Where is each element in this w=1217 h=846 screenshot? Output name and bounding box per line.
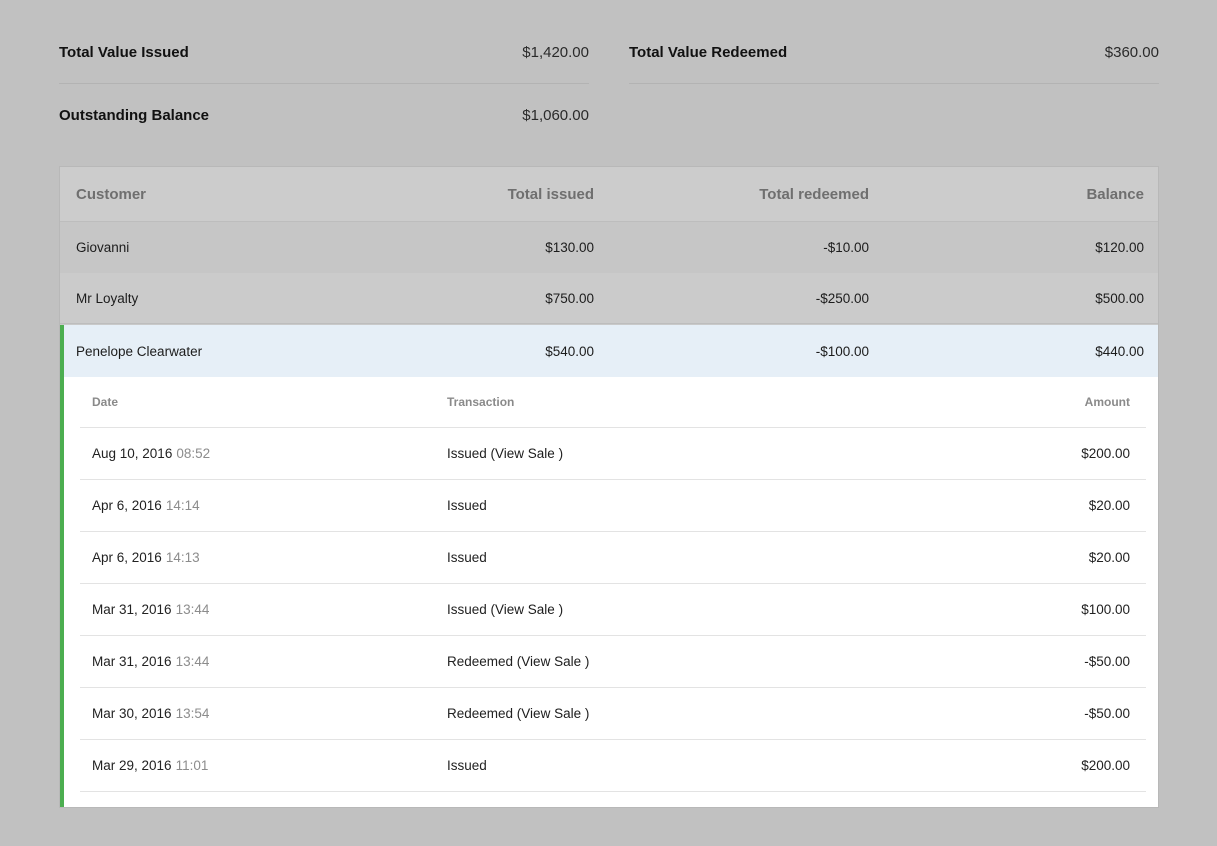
transaction-row: Mar 29, 2016 11:01 Issued $200.00 [80,740,1146,792]
time-text: 08:52 [176,446,211,461]
transaction-amount: $20.00 [1088,550,1130,565]
paren-close: ) [581,706,590,721]
transaction-date: Aug 10, 2016 08:52 [92,428,210,479]
transaction-type: Issued [447,532,487,583]
transaction-row: Mar 30, 2016 13:54 Redeemed (View Sale ) -$… [80,688,1146,740]
total-redeemed-label: Total Value Redeemed [629,43,788,61]
total-redeemed-value: $360.00 [1104,43,1159,61]
transaction-date: Mar 31, 2016 13:44 [92,636,209,687]
customer-name: Giovanni [76,240,130,255]
date-text: Aug 10, 2016 [92,446,173,461]
transaction-row: Aug 10, 2016 08:52 Issued (View Sale ) $200… [80,428,1146,480]
view-sale-link[interactable]: View Sale [521,706,581,721]
transaction-type: Issued [447,740,487,791]
transaction-type: Issued [447,480,487,531]
transaction-row: Mar 31, 2016 13:44 Issued (View Sale ) $100… [80,584,1146,636]
total-redeemed-cell: -$10.00 [823,240,869,255]
total-issued-cell: $750.00 [545,290,594,306]
transaction-amount: $200.00 [1081,446,1130,461]
transaction-amount: -$50.00 [1084,706,1130,721]
time-text: 11:01 [175,758,209,773]
header-transaction: Transaction [447,395,515,409]
detail-header: Date Transaction Amount [80,377,1146,428]
outstanding-balance: Outstanding Balance $1,060.00 [59,100,589,130]
transaction-type-text: Issued [447,446,487,461]
transaction-type: Redeemed (View Sale ) [447,688,589,739]
paren-close: ) [554,602,564,617]
transaction-row: Apr 6, 2016 14:14 Issued $20.00 [80,480,1146,532]
time-text: 13:44 [175,602,210,617]
date-text: Mar 30, 2016 [92,706,172,721]
customer-name: Mr Loyalty [76,290,139,306]
date-text: Mar 31, 2016 [92,602,172,617]
total-issued-label: Total Value Issued [59,43,189,61]
transaction-row: Apr 6, 2016 14:13 Issued $20.00 [80,532,1146,584]
customer-name: Penelope Clearwater [76,343,203,359]
view-sale-link[interactable]: View Sale [495,446,555,461]
transaction-amount: -$50.00 [1084,654,1130,669]
header-date: Date [92,395,119,409]
balance-cell: $500.00 [1095,290,1144,306]
transaction-row: Mar 31, 2016 13:44 Redeemed (View Sale ) -$… [80,636,1146,688]
transaction-date: Apr 6, 2016 14:13 [92,532,200,583]
transaction-type-text: Redeemed [447,706,514,721]
transaction-amount: $20.00 [1088,498,1130,513]
transaction-date: Mar 31, 2016 13:44 [92,584,209,635]
transaction-type: Issued (View Sale ) [447,428,563,479]
time-text: 13:44 [175,654,210,669]
outstanding-label: Outstanding Balance [59,106,210,124]
balance-cell: $120.00 [1095,240,1144,255]
paren-open: ( [486,446,496,461]
date-text: Mar 29, 2016 [92,758,172,773]
transaction-date: Mar 29, 2016 11:01 [92,740,208,791]
paren-close: ) [554,446,564,461]
divider [629,83,1159,84]
transaction-type: Redeemed (View Sale ) [447,636,589,687]
header-amount: Amount [1084,395,1130,409]
header-customer[interactable]: Customer [76,167,146,221]
transaction-type-text: Issued [447,758,487,773]
total-issued-cell: $540.00 [545,343,594,359]
total-value-redeemed: Total Value Redeemed $360.00 [629,37,1159,67]
transaction-type-text: Issued [447,550,487,565]
transaction-date: Mar 30, 2016 13:54 [92,688,209,739]
transaction-type: Issued (View Sale ) [447,584,563,635]
customer-table: Customer Total issued Total redeemed Bal… [59,166,1159,808]
balance-cell: $440.00 [1095,343,1144,359]
transaction-amount: $100.00 [1081,602,1130,617]
total-issued-value: $1,420.00 [522,43,589,61]
paren-open: ( [513,654,522,669]
transaction-amount: $200.00 [1081,758,1130,773]
total-redeemed-cell: -$100.00 [815,343,869,359]
table-row[interactable]: Giovanni $130.00 -$10.00 $120.00 [60,222,1158,273]
time-text: 14:14 [165,498,200,513]
time-text: 13:54 [175,706,210,721]
date-text: Apr 6, 2016 [92,498,162,513]
table-header: Customer Total issued Total redeemed Bal… [60,167,1158,222]
transaction-detail-panel: Date Transaction Amount Aug 10, 2016 08:5… [64,377,1158,807]
total-value-issued: Total Value Issued $1,420.00 [59,37,589,67]
time-text: 14:13 [165,550,200,565]
table-row[interactable]: Mr Loyalty $750.00 -$250.00 $500.00 [60,273,1158,324]
transaction-date: Apr 6, 2016 14:14 [92,480,200,531]
header-total-issued[interactable]: Total issued [508,167,594,221]
total-redeemed-cell: -$250.00 [815,290,869,306]
transaction-type-text: Issued [447,498,487,513]
paren-open: ( [486,602,496,617]
paren-close: ) [581,654,590,669]
transaction-type-text: Issued [447,602,487,617]
date-text: Mar 31, 2016 [92,654,172,669]
header-balance[interactable]: Balance [1086,167,1144,221]
outstanding-value: $1,060.00 [522,106,589,124]
table-row-selected[interactable]: Penelope Clearwater $540.00 -$100.00 $44… [60,325,1158,377]
view-sale-link[interactable]: View Sale [521,654,581,669]
divider [59,83,589,84]
date-text: Apr 6, 2016 [92,550,162,565]
transaction-type-text: Redeemed [447,654,514,669]
paren-open: ( [513,706,522,721]
total-issued-cell: $130.00 [545,240,594,255]
header-total-redeemed[interactable]: Total redeemed [759,167,869,221]
summary-section: Total Value Issued $1,420.00 Total Value… [59,0,1159,166]
view-sale-link[interactable]: View Sale [495,602,555,617]
